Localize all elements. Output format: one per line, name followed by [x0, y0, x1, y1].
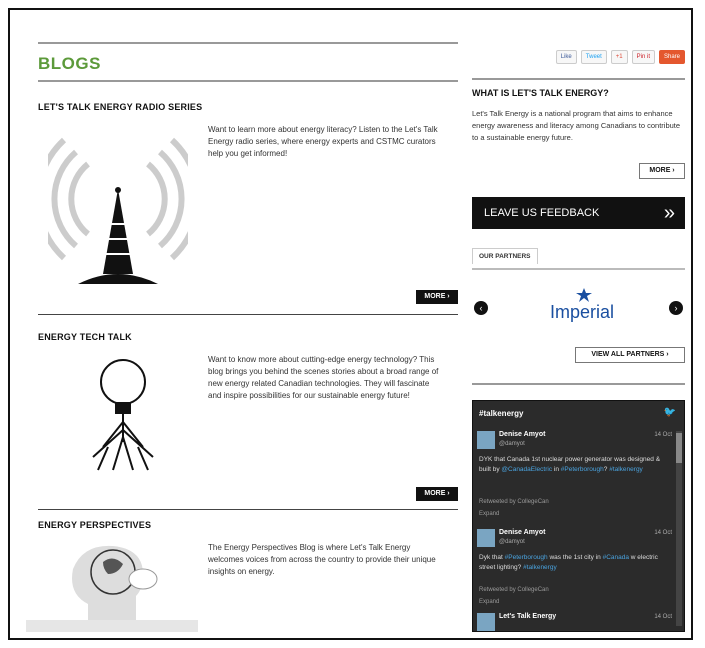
- partners-divider: [472, 268, 685, 270]
- tweet-author[interactable]: Let's Talk Energy: [499, 613, 556, 620]
- page-frame: BLOGS LET'S TALK ENERGY RADIO SERIES Wan…: [8, 8, 693, 640]
- blog-text-radio: Want to learn more about energy literacy…: [208, 125, 438, 158]
- sidebar: Like Tweet +1 Pin it Share WHAT IS LET'S…: [472, 20, 685, 632]
- google-plus-button[interactable]: +1: [610, 50, 628, 64]
- head-profile-icon: [72, 545, 158, 624]
- blog-text-tech: Want to know more about cutting-edge ene…: [208, 355, 439, 400]
- tab-partners[interactable]: OUR PARTNERS: [472, 248, 538, 264]
- about-title: WHAT IS LET'S TALK ENERGY?: [472, 88, 609, 98]
- retweet-note: Retweeted by CollegeCan: [479, 587, 549, 593]
- avatar[interactable]: [477, 431, 495, 449]
- more-button-tech[interactable]: MORE ›: [416, 487, 458, 501]
- double-chevron-icon: »: [663, 202, 675, 224]
- tweet-button[interactable]: Tweet: [580, 50, 607, 64]
- twitter-bird-icon[interactable]: 🐦: [664, 407, 676, 418]
- blog-text-perspectives: The Energy Perspectives Blog is where Le…: [208, 543, 436, 576]
- tweet-body: DYK that Canada 1st nuclear power genera…: [479, 455, 669, 475]
- tweet-link[interactable]: #Peterborough: [561, 466, 604, 473]
- tweet-body: Dyk that #Peterborough was the 1st city …: [479, 553, 669, 573]
- tweet-link[interactable]: @CanadaElectric: [501, 466, 552, 473]
- twitter-widget: #talkenergy 🐦 Denise Amyot @damyot 14 Oc…: [472, 400, 685, 632]
- blog-section-radio: LET'S TALK ENERGY RADIO SERIES Want to l…: [38, 102, 458, 322]
- blog-title-radio[interactable]: LET'S TALK ENERGY RADIO SERIES: [38, 102, 458, 112]
- share-bar: Like Tweet +1 Pin it Share: [555, 50, 685, 64]
- feedback-label: LEAVE US FEEDBACK: [484, 207, 600, 219]
- next-arrow-icon[interactable]: ›: [669, 301, 683, 315]
- tweet-date[interactable]: 14 Oct: [654, 530, 672, 536]
- blog-title-tech[interactable]: ENERGY TECH TALK: [38, 332, 458, 342]
- pinterest-button[interactable]: Pin it: [631, 50, 655, 64]
- facebook-like-button[interactable]: Like: [555, 50, 577, 64]
- blog-section-tech: ENERGY TECH TALK Want to know more about…: [38, 332, 458, 512]
- tweet-handle[interactable]: @damyot: [499, 441, 525, 447]
- tweet-date[interactable]: 14 Oct: [654, 614, 672, 620]
- blogs-column: BLOGS LET'S TALK ENERGY RADIO SERIES Wan…: [26, 20, 458, 632]
- radio-tower-icon: [48, 137, 188, 284]
- tweet-date[interactable]: 14 Oct: [654, 432, 672, 438]
- top-divider: [38, 42, 458, 44]
- bottom-tab[interactable]: [26, 620, 198, 632]
- sidebar-divider: [472, 78, 685, 80]
- tweet-link[interactable]: #Peterborough: [505, 554, 548, 561]
- prev-arrow-icon[interactable]: ‹: [474, 301, 488, 315]
- about-text: Let's Talk Energy is a national program …: [472, 109, 681, 142]
- twitter-hashtag[interactable]: #talkenergy: [479, 409, 523, 418]
- page-title: BLOGS: [38, 54, 101, 73]
- about-more-button[interactable]: MORE ›: [639, 163, 685, 179]
- imperial-star-icon: [576, 288, 592, 302]
- expand-link[interactable]: Expand: [479, 511, 499, 517]
- twitter-scroll-thumb[interactable]: [676, 433, 682, 463]
- tweet-author[interactable]: Denise Amyot: [499, 529, 545, 536]
- share-button[interactable]: Share: [658, 50, 685, 64]
- lightbulb-roots-icon: [92, 359, 154, 471]
- feedback-button[interactable]: LEAVE US FEEDBACK »: [472, 197, 685, 229]
- page-content: BLOGS LET'S TALK ENERGY RADIO SERIES Wan…: [20, 20, 685, 632]
- title-divider: [38, 80, 458, 82]
- tweet-text: was the 1st city in: [547, 554, 603, 561]
- tweet-text: in: [552, 466, 561, 473]
- avatar[interactable]: [477, 613, 495, 631]
- tweet-handle[interactable]: @damyot: [499, 539, 525, 545]
- tweet-author[interactable]: Denise Amyot: [499, 431, 545, 438]
- tweet-link[interactable]: #talkenergy: [523, 564, 557, 571]
- expand-link[interactable]: Expand: [479, 599, 499, 605]
- tweet-text: Dyk that: [479, 554, 505, 561]
- partner-logo-text: Imperial: [549, 302, 615, 322]
- blog-title-perspectives[interactable]: ENERGY PERSPECTIVES: [38, 520, 458, 530]
- view-all-partners-button[interactable]: VIEW ALL PARTNERS ›: [575, 347, 685, 363]
- tweet-link[interactable]: #Canada: [603, 554, 629, 561]
- section-divider: [38, 509, 458, 510]
- avatar[interactable]: [477, 529, 495, 547]
- tweet-link[interactable]: #talkenergy: [609, 466, 643, 473]
- sidebar-divider: [472, 383, 685, 385]
- partner-logo-imperial[interactable]: Imperial: [532, 288, 632, 328]
- tweet-item: Denise Amyot @damyot 14 Oct Dyk that #Pe…: [477, 529, 672, 619]
- more-button-radio[interactable]: MORE ›: [416, 290, 458, 304]
- tweet-item: Denise Amyot @damyot 14 Oct DYK that Can…: [477, 431, 672, 521]
- blog-section-perspectives: ENERGY PERSPECTIVES The Energy Perspecti…: [38, 520, 458, 632]
- section-divider: [38, 314, 458, 315]
- tweet-item: Let's Talk Energy 14 Oct: [477, 613, 672, 631]
- retweet-note: Retweeted by CollegeCan: [479, 499, 549, 505]
